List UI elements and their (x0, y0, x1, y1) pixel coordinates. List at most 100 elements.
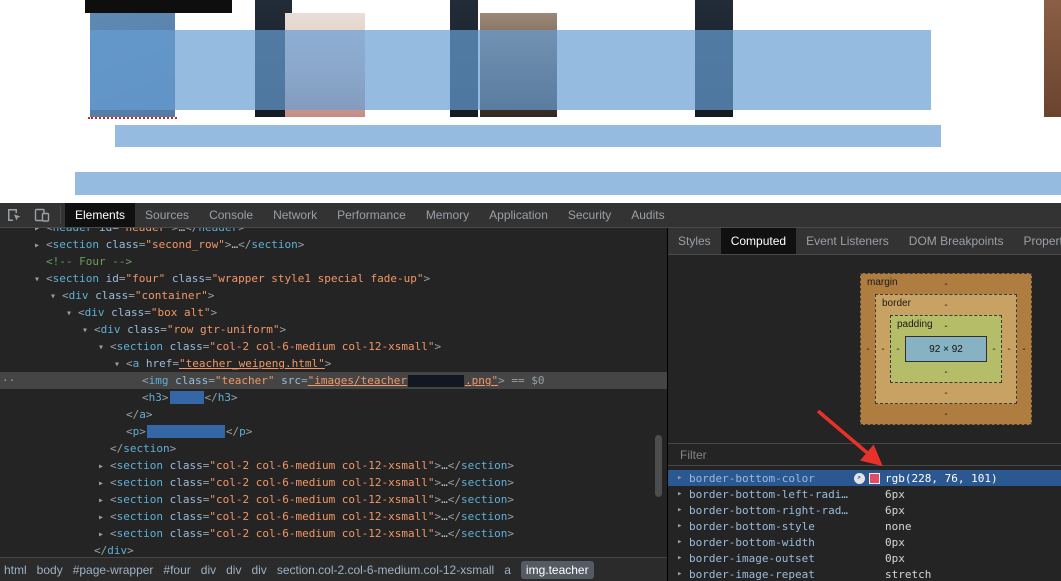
breadcrumb-item-page-wrapper[interactable]: #page-wrapper (73, 563, 154, 577)
color-swatch[interactable] (869, 472, 880, 484)
property-value: 6px (885, 503, 905, 517)
breadcrumb-item-body[interactable]: body (37, 563, 63, 577)
dom-tree-row[interactable]: ▾ <div class="box alt"> (0, 304, 667, 321)
dom-tree-row[interactable]: </div> (0, 542, 667, 557)
collapse-arrow-icon[interactable]: ▸ (98, 492, 110, 509)
tab-application[interactable]: Application (479, 203, 558, 227)
computed-property-row[interactable]: ▸ border-bottom-left-radi… 6px (668, 486, 1061, 502)
collapse-arrow-icon[interactable]: ▸ (98, 475, 110, 492)
code-token: < (126, 357, 133, 370)
expand-arrow-icon[interactable]: ▾ (114, 356, 126, 373)
dom-tree-row[interactable]: ▾ <section class="col-2 col-6-medium col-… (0, 338, 667, 355)
sidebar-tab-styles[interactable]: Styles (668, 228, 721, 254)
dom-tree-row[interactable]: <h3> </h3> (0, 389, 667, 406)
dom-tree-row[interactable]: ▾ <a href="teacher_weipeng.html"> (0, 355, 667, 372)
dom-tree-row[interactable]: ▸ <section class="col-2 col-6-medium col-… (0, 474, 667, 491)
dom-tree-row[interactable]: <!-- Four --> (0, 253, 667, 270)
collapse-arrow-icon[interactable]: ▸ (98, 458, 110, 475)
breadcrumb-item-four[interactable]: #four (163, 563, 190, 577)
dom-tree-row[interactable]: ▾ <div class="row gtr-uniform"> (0, 321, 667, 338)
tab-network[interactable]: Network (263, 203, 327, 227)
dom-tree-row[interactable]: ▾ <section id="four" class="wrapper style… (0, 270, 667, 287)
collapse-arrow-icon[interactable]: ▸ (34, 228, 46, 236)
margin-bottom-value[interactable]: - (875, 404, 1017, 424)
collapse-arrow-icon[interactable]: ▸ (677, 537, 689, 547)
tab-sources[interactable]: Sources (135, 203, 199, 227)
code-token: > (507, 476, 515, 489)
sidebar-tab-dom-breakpoints[interactable]: DOM Breakpoints (899, 228, 1014, 254)
computed-property-row[interactable]: ▸ border-image-outset 0px (668, 550, 1061, 566)
collapse-arrow-icon[interactable]: ▸ (677, 521, 689, 531)
dom-tree-row[interactable]: ▸ <section class="second_row">…</section> (0, 236, 667, 253)
dom-tree-row[interactable]: ▸ <section class="col-2 col-6-medium col-… (0, 508, 667, 525)
dom-tree-row[interactable]: ▸<header id="header">…</header> (0, 228, 667, 236)
breadcrumb-item-div[interactable]: div (226, 563, 241, 577)
dom-tree-row[interactable]: ·· <img class="teacher" src="images/teac… (0, 372, 667, 389)
computed-property-row[interactable]: ▸ border-bottom-color ➜ rgb(228, 76, 101) (668, 470, 1061, 486)
border-left-value[interactable]: - (876, 315, 890, 383)
sidebar-tab-computed[interactable]: Computed (720, 228, 797, 254)
teacher-photo[interactable] (1044, 0, 1061, 117)
tab-memory[interactable]: Memory (416, 203, 479, 227)
code-token: > (279, 323, 287, 336)
padding-bottom-value[interactable]: - (905, 362, 987, 382)
breadcrumb-item-div[interactable]: div (201, 563, 216, 577)
box-model-padding[interactable]: padding - - 92 × 92 - - (890, 315, 1002, 383)
collapse-arrow-icon[interactable]: ▸ (98, 526, 110, 543)
border-right-value[interactable]: - (1002, 315, 1016, 383)
expand-arrow-icon[interactable]: ▾ (82, 322, 94, 339)
computed-property-row[interactable]: ▸ border-image-repeat stretch (668, 566, 1061, 581)
code-token: class (162, 510, 203, 523)
tab-elements[interactable]: Elements (65, 203, 136, 227)
breadcrumb-item-a[interactable]: a (504, 563, 511, 577)
computed-filter-input[interactable]: Filter (668, 443, 1061, 466)
tab-console[interactable]: Console (199, 203, 263, 227)
dom-tree-row[interactable]: ▾ <div class="container"> (0, 287, 667, 304)
padding-right-value[interactable]: - (987, 336, 1001, 362)
expand-arrow-icon[interactable]: ▾ (34, 271, 46, 288)
computed-property-row[interactable]: ▸ border-bottom-style none (668, 518, 1061, 534)
collapse-arrow-icon[interactable]: ▸ (677, 505, 689, 515)
box-model-content[interactable]: 92 × 92 (905, 336, 987, 362)
box-model-border[interactable]: border - - padding - - 92 × 92 - - - - (875, 294, 1017, 404)
breadcrumb-item-img-teacher[interactable]: img.teacher (520, 560, 594, 579)
border-bottom-value[interactable]: - (890, 383, 1002, 403)
device-toolbar-icon[interactable] (28, 203, 56, 227)
breadcrumb-item-html[interactable]: html (4, 563, 27, 577)
inspect-element-icon[interactable] (0, 203, 28, 227)
tab-performance[interactable]: Performance (327, 203, 416, 227)
collapse-arrow-icon[interactable]: ▸ (677, 553, 689, 563)
scrollbar-thumb[interactable] (655, 435, 662, 497)
breadcrumb-item-section-col-2-col-6-medium-col-12-xsmall[interactable]: section.col-2.col-6-medium.col-12-xsmall (277, 563, 494, 577)
padding-label: padding (897, 319, 933, 330)
margin-left-value[interactable]: - (861, 294, 875, 404)
expand-arrow-icon[interactable]: ▾ (66, 305, 78, 322)
padding-left-value[interactable]: - (891, 336, 905, 362)
tab-audits[interactable]: Audits (621, 203, 674, 227)
box-model-margin[interactable]: margin - - border - - padding - - 92 × 9… (860, 273, 1032, 425)
sidebar-tab-properties[interactable]: Properties (1013, 228, 1061, 254)
dom-tree-row[interactable]: </a> (0, 406, 667, 423)
expand-arrow-icon[interactable]: ▾ (98, 339, 110, 356)
sidebar-tab-event-listeners[interactable]: Event Listeners (796, 228, 899, 254)
dom-tree-row[interactable]: ▸ <section class="col-2 col-6-medium col-… (0, 525, 667, 542)
collapse-arrow-icon[interactable]: ▸ (98, 509, 110, 526)
computed-property-row[interactable]: ▸ border-bottom-right-rad… 6px (668, 502, 1061, 518)
goto-source-icon[interactable]: ➜ (854, 472, 865, 484)
collapse-arrow-icon[interactable]: ▸ (677, 489, 689, 499)
dom-tree-row[interactable]: ▸ <section class="col-2 col-6-medium col-… (0, 457, 667, 474)
dom-tree-row[interactable]: <p> </p> (0, 423, 667, 440)
collapse-arrow-icon[interactable]: ▸ (677, 473, 689, 483)
tab-security[interactable]: Security (558, 203, 621, 227)
code-token: = (128, 289, 135, 302)
breadcrumb-item-div[interactable]: div (251, 563, 266, 577)
dom-tree-row[interactable]: </section> (0, 440, 667, 457)
margin-right-value[interactable]: - (1017, 294, 1031, 404)
clipped-tree-row: ▸<header id="header">…</header> (0, 228, 667, 236)
code-token: class (104, 306, 145, 319)
expand-arrow-icon[interactable]: ▾ (50, 288, 62, 305)
collapse-arrow-icon[interactable]: ▸ (34, 237, 46, 254)
computed-property-row[interactable]: ▸ border-bottom-width 0px (668, 534, 1061, 550)
dom-tree-row[interactable]: ▸ <section class="col-2 col-6-medium col-… (0, 491, 667, 508)
collapse-arrow-icon[interactable]: ▸ (677, 569, 689, 579)
